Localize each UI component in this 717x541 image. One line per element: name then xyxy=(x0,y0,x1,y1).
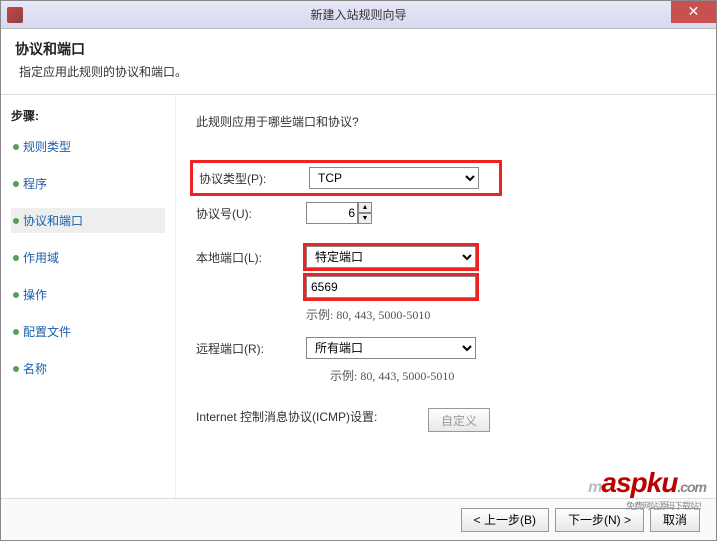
back-button[interactable]: < 上一步(B) xyxy=(461,508,549,532)
protocol-number-spinner[interactable]: ▲ ▼ xyxy=(306,202,372,224)
titlebar: 新建入站规则向导 ✕ xyxy=(1,1,716,29)
step-label: 规则类型 xyxy=(23,138,71,155)
step-rule-type[interactable]: 规则类型 xyxy=(11,134,165,159)
spin-down-icon[interactable]: ▼ xyxy=(358,213,372,224)
spin-up-icon[interactable]: ▲ xyxy=(358,202,372,213)
local-port-label: 本地端口(L): xyxy=(196,249,306,266)
step-label: 程序 xyxy=(23,175,47,192)
step-profile[interactable]: 配置文件 xyxy=(11,319,165,344)
window-title: 新建入站规则向导 xyxy=(310,6,406,23)
main-panel: 此规则应用于哪些端口和协议? 协议类型(P): TCP 协议号(U): xyxy=(176,95,716,541)
page-title: 协议和端口 xyxy=(15,39,702,59)
step-label: 作用域 xyxy=(23,249,59,266)
icmp-label: Internet 控制消息协议(ICMP)设置: xyxy=(196,408,416,426)
page-header: 协议和端口 指定应用此规则的协议和端口。 xyxy=(1,29,716,95)
icmp-customize-button: 自定义 xyxy=(428,408,490,432)
bullet-icon xyxy=(13,144,19,150)
step-program[interactable]: 程序 xyxy=(11,171,165,196)
bullet-icon xyxy=(13,329,19,335)
step-scope[interactable]: 作用域 xyxy=(11,245,165,270)
next-button[interactable]: 下一步(N) > xyxy=(555,508,644,532)
remote-port-mode-select[interactable]: 所有端口 xyxy=(306,337,476,359)
question-text: 此规则应用于哪些端口和协议? xyxy=(196,113,696,130)
body: 步骤: 规则类型 程序 协议和端口 作用域 操作 配置文件 名称 此规则应用于哪… xyxy=(1,95,716,541)
page-description: 指定应用此规则的协议和端口。 xyxy=(15,63,702,80)
steps-heading: 步骤: xyxy=(11,107,165,124)
step-action[interactable]: 操作 xyxy=(11,282,165,307)
step-protocol-ports[interactable]: 协议和端口 xyxy=(11,208,165,233)
remote-port-hint: 示例: 80, 443, 5000-5010 xyxy=(330,367,696,384)
bullet-icon xyxy=(13,181,19,187)
wizard-window: 新建入站规则向导 ✕ 协议和端口 指定应用此规则的协议和端口。 步骤: 规则类型… xyxy=(0,0,717,541)
local-port-input[interactable] xyxy=(306,276,476,298)
protocol-type-label: 协议类型(P): xyxy=(199,170,309,187)
step-name[interactable]: 名称 xyxy=(11,356,165,381)
local-port-hint: 示例: 80, 443, 5000-5010 xyxy=(306,306,696,323)
remote-port-label: 远程端口(R): xyxy=(196,340,306,357)
bullet-icon xyxy=(13,292,19,298)
protocol-type-select[interactable]: TCP xyxy=(309,167,479,189)
protocol-number-input[interactable] xyxy=(306,202,358,224)
steps-sidebar: 步骤: 规则类型 程序 协议和端口 作用域 操作 配置文件 名称 xyxy=(1,95,176,541)
local-port-mode-select[interactable]: 特定端口 xyxy=(306,246,476,268)
step-label: 名称 xyxy=(23,360,47,377)
cancel-button[interactable]: 取消 xyxy=(650,508,700,532)
close-button[interactable]: ✕ xyxy=(671,1,716,23)
wizard-footer: < 上一步(B) 下一步(N) > 取消 xyxy=(1,498,716,540)
protocol-number-label: 协议号(U): xyxy=(196,205,306,222)
step-label: 协议和端口 xyxy=(23,212,83,229)
bullet-icon xyxy=(13,218,19,224)
step-label: 操作 xyxy=(23,286,47,303)
bullet-icon xyxy=(13,255,19,261)
step-label: 配置文件 xyxy=(23,323,71,340)
app-icon xyxy=(7,7,23,23)
bullet-icon xyxy=(13,366,19,372)
